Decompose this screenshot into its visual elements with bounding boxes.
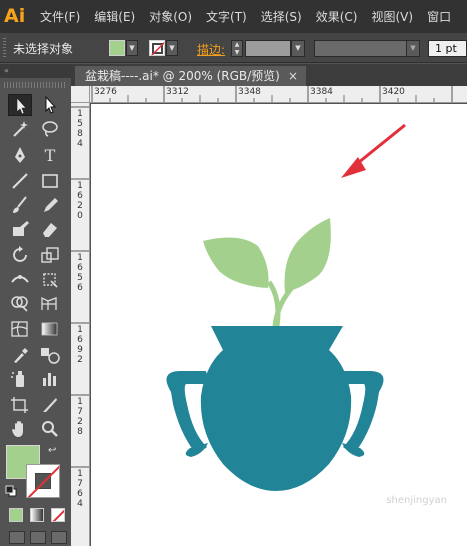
ruler-label: 3276 <box>94 87 117 97</box>
control-bar: 未选择对象 ▼ ▼ 描边: ▲ ▼ ▼ ▼ 1 pt <box>0 33 467 63</box>
eraser-tool-icon[interactable] <box>38 218 62 240</box>
slice-tool-icon[interactable] <box>38 394 62 416</box>
menu-select[interactable]: 选择(S) <box>261 8 302 25</box>
ruler-label: 3420 <box>382 87 405 97</box>
plant-leaves <box>203 218 331 327</box>
draw-mode-button[interactable] <box>9 531 25 544</box>
brush-weight-field[interactable]: 1 pt <box>428 40 467 57</box>
column-graph-tool-icon[interactable] <box>38 368 62 390</box>
app-logo: Ai <box>4 5 26 27</box>
pencil-tool-icon[interactable] <box>38 194 62 216</box>
ruler-origin[interactable] <box>71 86 90 103</box>
horizontal-ruler-ticks <box>91 86 453 102</box>
red-arrow-annotation <box>341 123 406 178</box>
stroke-label[interactable]: 描边: <box>197 41 225 58</box>
menu-type[interactable]: 文字(T) <box>206 8 247 25</box>
ruler-label: 1584 <box>77 109 83 149</box>
paintbrush-tool-icon[interactable] <box>8 194 32 216</box>
ruler-label: 3312 <box>166 87 189 97</box>
close-tab-icon[interactable]: × <box>288 66 298 86</box>
document-tab[interactable]: 盆栽稿----.ai* @ 200% (RGB/预览) × <box>75 66 306 86</box>
draw-behind-button[interactable] <box>30 531 46 544</box>
rectangle-tool-icon[interactable] <box>38 170 62 192</box>
eyedropper-tool-icon[interactable] <box>8 344 32 366</box>
ruler-label: 1620 <box>77 181 83 221</box>
pot <box>166 326 384 491</box>
menu-bar: Ai 文件(F) 编辑(E) 对象(O) 文字(T) 选择(S) 效果(C) 视… <box>0 0 467 33</box>
width-tool-icon[interactable] <box>8 268 32 290</box>
tools-panel: « T ↩ <box>0 64 71 546</box>
stroke-weight-input[interactable] <box>245 40 291 57</box>
artwork <box>166 123 406 491</box>
color-mode-button[interactable] <box>9 508 23 522</box>
menu-edit[interactable]: 编辑(E) <box>94 8 135 25</box>
menu-object[interactable]: 对象(O) <box>149 8 192 25</box>
blob-brush-tool-icon[interactable] <box>8 218 32 240</box>
menu-items: 文件(F) 编辑(E) 对象(O) 文字(T) 选择(S) 效果(C) 视图(V… <box>40 8 465 25</box>
line-tool-icon[interactable] <box>8 170 32 192</box>
symbol-sprayer-tool-icon[interactable] <box>8 368 32 390</box>
tools-panel-grip[interactable] <box>4 82 66 88</box>
ruler-label: 3384 <box>310 87 333 97</box>
variable-width-profile[interactable] <box>314 40 408 57</box>
vertical-ruler[interactable]: 1584 1620 1656 1692 1728 1764 <box>71 103 90 546</box>
swap-fill-stroke-icon[interactable]: ↩ <box>48 445 60 457</box>
lasso-tool-icon[interactable] <box>38 118 62 140</box>
hand-tool-icon[interactable] <box>8 418 32 440</box>
stroke-color-swatch[interactable] <box>149 40 165 56</box>
mesh-tool-icon[interactable] <box>8 318 32 340</box>
default-colors-icon[interactable] <box>5 485 17 497</box>
direct-selection-tool-icon[interactable] <box>38 94 62 116</box>
gradient-tool-icon[interactable] <box>38 318 62 340</box>
watermark: shenjingyan <box>386 495 447 506</box>
gradient-mode-button[interactable] <box>30 508 44 522</box>
menu-view[interactable]: 视图(V) <box>371 8 413 25</box>
shape-builder-tool-icon[interactable] <box>8 292 32 314</box>
perspective-grid-tool-icon[interactable] <box>38 292 62 314</box>
no-stroke-icon <box>150 41 164 55</box>
horizontal-ruler[interactable]: 3276 3312 3348 3384 3420 <box>90 86 467 103</box>
free-transform-tool-icon[interactable] <box>38 268 62 290</box>
document-tab-bar: 盆栽稿----.ai* @ 200% (RGB/预览) × <box>71 64 467 86</box>
stroke-weight-dropdown-icon[interactable]: ▼ <box>291 40 305 57</box>
rotate-tool-icon[interactable] <box>8 244 32 266</box>
selection-tool-icon[interactable] <box>8 94 32 116</box>
scale-tool-icon[interactable] <box>38 244 62 266</box>
tools-panel-header[interactable]: « <box>0 64 71 78</box>
screen-mode-button[interactable] <box>51 531 67 544</box>
fill-dropdown-icon[interactable]: ▼ <box>126 40 138 56</box>
profile-dropdown-icon[interactable]: ▼ <box>406 40 420 57</box>
panel-grip[interactable] <box>3 38 6 58</box>
document-title: 盆栽稿----.ai* @ 200% (RGB/预览) <box>85 69 280 83</box>
magic-wand-tool-icon[interactable] <box>8 118 32 140</box>
none-mode-button[interactable] <box>51 508 65 522</box>
ruler-label: 1656 <box>77 253 83 293</box>
menu-window[interactable]: 窗口 <box>427 8 451 25</box>
artboard-tool-icon[interactable] <box>8 394 32 416</box>
ruler-label: 1692 <box>77 325 83 365</box>
blend-tool-icon[interactable] <box>38 344 62 366</box>
menu-effect[interactable]: 效果(C) <box>316 8 358 25</box>
fill-color-swatch[interactable] <box>109 40 125 56</box>
type-tool-icon[interactable]: T <box>38 144 62 166</box>
svg-text:T: T <box>45 146 56 165</box>
ruler-label: 3348 <box>238 87 261 97</box>
menu-file[interactable]: 文件(F) <box>40 8 80 25</box>
pen-tool-icon[interactable] <box>8 144 32 166</box>
stroke-weight-stepper[interactable]: ▲ ▼ <box>231 40 243 57</box>
stroke-color-box[interactable] <box>26 464 60 498</box>
ruler-label: 1728 <box>77 397 83 437</box>
artboard-canvas[interactable]: shenjingyan <box>91 104 467 546</box>
ruler-label: 1764 <box>77 469 83 509</box>
stroke-dropdown-icon[interactable]: ▼ <box>166 40 178 56</box>
selection-status: 未选择对象 <box>13 42 74 56</box>
zoom-tool-icon[interactable] <box>38 418 62 440</box>
